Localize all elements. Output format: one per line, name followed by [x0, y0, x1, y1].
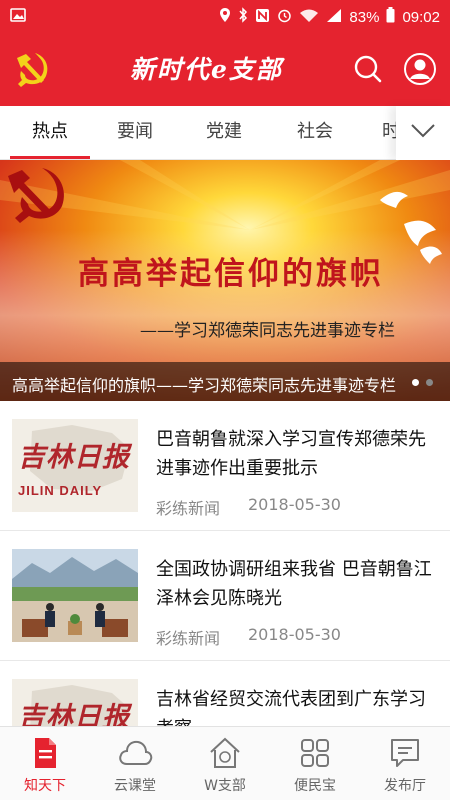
status-bar: 83% 09:02	[0, 0, 450, 34]
status-time: 09:02	[402, 8, 440, 26]
battery-icon	[386, 7, 395, 27]
status-right: 83% 09:02	[219, 7, 440, 27]
news-title: 全国政协调研组来我省 巴音朝鲁江泽林会见陈晓光	[156, 559, 432, 609]
nav-item-news[interactable]: 知天下	[0, 727, 90, 800]
nav-item-publish[interactable]: 发布厅	[360, 727, 450, 800]
banner-caption[interactable]: 高高举起信仰的旗帜——学习郑德荣同志先进事迹专栏	[12, 372, 412, 396]
banner-subline: ——学习郑德荣同志先进事迹专栏	[140, 321, 395, 341]
carousel-dot-active[interactable]	[412, 379, 419, 386]
chevron-down-icon	[410, 122, 436, 144]
tab-party-building[interactable]: 党建	[184, 106, 264, 160]
news-source: 彩练新闻	[156, 629, 221, 648]
active-tab-indicator	[10, 156, 90, 159]
alarm-icon	[277, 8, 292, 27]
nav-item-services[interactable]: 便民宝	[270, 727, 360, 800]
news-date: 2018-05-30	[248, 625, 341, 644]
news-thumbnail	[12, 549, 138, 642]
app-title: 新时代e支部	[130, 55, 283, 84]
nav-label: W支部	[204, 778, 246, 794]
nav-label: 云课堂	[114, 778, 156, 794]
thumb-newspaper-english: JILIN DAILY	[18, 483, 103, 498]
news-date: 2018-05-30	[248, 495, 341, 514]
grid-icon	[297, 735, 333, 771]
chat-icon	[387, 735, 423, 771]
thumb-newspaper-name: 吉林日报	[18, 442, 130, 473]
nav-item-cloud-class[interactable]: 云课堂	[90, 727, 180, 800]
battery-percent: 83%	[349, 8, 380, 26]
wifi-icon	[299, 8, 319, 27]
news-title: 巴音朝鲁就深入学习宣传郑德荣先进事迹作出重要批示	[156, 429, 426, 479]
nav-label: 便民宝	[294, 778, 336, 794]
document-icon	[27, 735, 63, 771]
tab-hot[interactable]: 热点	[10, 106, 90, 160]
search-icon[interactable]	[351, 52, 385, 86]
nav-label: 知天下	[24, 778, 66, 794]
tab-headlines[interactable]: 要闻	[95, 106, 175, 160]
news-thumbnail: 吉林日报 JILIN DAILY	[12, 419, 138, 512]
banner-headline: 高高举起信仰的旗帜	[78, 256, 384, 292]
category-tabs: 热点 要闻 党建 社会 时	[0, 106, 450, 160]
cloud-icon	[117, 735, 153, 771]
bottom-navigation: 知天下 云课堂 W支部 便民宝 发布厅	[0, 726, 450, 800]
status-left	[10, 8, 26, 26]
carousel-dot[interactable]	[426, 379, 433, 386]
nav-item-w-branch[interactable]: W支部	[180, 727, 270, 800]
tab-society[interactable]: 社会	[275, 106, 355, 160]
app-header: 新时代e支部	[0, 34, 450, 106]
user-icon[interactable]	[403, 52, 437, 86]
nfc-icon	[255, 8, 270, 27]
more-tabs-button[interactable]	[396, 106, 450, 160]
nav-label: 发布厅	[384, 778, 426, 794]
news-item[interactable]: 吉林日报 JILIN DAILY 巴音朝鲁就深入学习宣传郑德荣先进事迹作出重要批…	[0, 401, 450, 531]
signal-icon	[326, 8, 342, 27]
party-emblem-icon	[12, 49, 52, 89]
image-icon	[10, 8, 26, 26]
bluetooth-icon	[238, 7, 248, 27]
location-icon	[219, 7, 231, 27]
news-item[interactable]: 全国政协调研组来我省 巴音朝鲁江泽林会见陈晓光 彩练新闻 2018-05-30	[0, 531, 450, 661]
home-party-icon	[207, 735, 243, 771]
news-source: 彩练新闻	[156, 499, 221, 518]
